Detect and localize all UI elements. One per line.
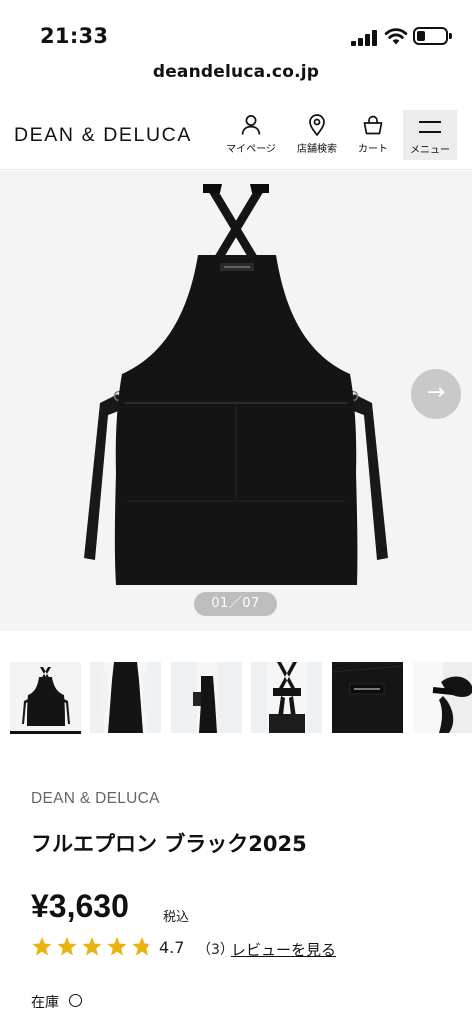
- rating-value: 4.7: [159, 938, 185, 957]
- status-time: 21:33: [40, 24, 109, 48]
- status-bar: 21:33: [0, 0, 472, 58]
- map-pin-icon: [309, 114, 325, 136]
- view-reviews-link[interactable]: レビューを見る: [231, 939, 336, 960]
- cellular-signal-icon: [351, 30, 379, 46]
- image-counter: 01／07: [194, 592, 277, 616]
- stock-available-circle-icon: [69, 994, 82, 1007]
- star-icon: [82, 937, 102, 956]
- thumbnail-model-side-image: [171, 662, 242, 733]
- thumbnail-model-back-image: [251, 662, 322, 733]
- user-icon: [241, 115, 261, 135]
- cart-label: カート: [358, 144, 388, 155]
- thumbnail-item[interactable]: [251, 662, 322, 733]
- hamburger-menu-icon: [419, 121, 441, 141]
- thumbnail-apron-image: [22, 667, 70, 726]
- star-icon: [57, 937, 77, 956]
- address-bar-url[interactable]: deandeluca.co.jp: [0, 62, 472, 82]
- battery-icon: [413, 27, 452, 45]
- next-image-button[interactable]: →: [411, 369, 461, 419]
- stock-label: 在庫: [31, 995, 59, 1011]
- product-image-apron: [84, 184, 388, 585]
- thumbnail-item[interactable]: [332, 662, 403, 733]
- thumbnail-strip[interactable]: [0, 662, 472, 736]
- store-search-button[interactable]: 店舗検索: [293, 114, 341, 162]
- thumbnail-model-front-image: [90, 662, 161, 733]
- cart-button[interactable]: カート: [355, 114, 391, 162]
- wifi-icon: [384, 28, 408, 45]
- tax-included-label: 税込: [163, 910, 190, 925]
- star-partial-icon: [132, 937, 152, 956]
- product-name: フルエプロン ブラック2025: [31, 832, 307, 856]
- site-header: DEAN & DELUCA マイページ 店舗検索 カート メニュー: [0, 100, 472, 170]
- thumbnail-item[interactable]: [10, 662, 81, 734]
- mypage-label: マイページ: [226, 144, 276, 155]
- cart-basket-icon: [363, 115, 383, 135]
- menu-label: メニュー: [410, 145, 450, 156]
- mypage-button[interactable]: マイページ: [224, 114, 278, 162]
- thumbnail-item[interactable]: [171, 662, 242, 733]
- menu-button[interactable]: メニュー: [403, 110, 457, 160]
- thumbnail-bow-closeup-image: [413, 662, 472, 733]
- product-brand[interactable]: DEAN & DELUCA: [31, 790, 160, 808]
- rating-stars: [32, 937, 152, 956]
- store-search-label: 店舗検索: [297, 144, 337, 155]
- site-logo[interactable]: DEAN & DELUCA: [14, 124, 192, 147]
- star-icon: [107, 937, 127, 956]
- product-price: ¥3,630: [31, 888, 129, 924]
- product-image-gallery[interactable]: → 01／07: [0, 171, 472, 631]
- arrow-right-icon: →: [426, 380, 446, 405]
- star-icon: [32, 937, 52, 956]
- thumbnail-item[interactable]: [413, 662, 472, 733]
- review-count: （3）: [197, 942, 234, 958]
- thumbnail-item[interactable]: [90, 662, 161, 733]
- thumbnail-label-closeup-image: [332, 662, 403, 733]
